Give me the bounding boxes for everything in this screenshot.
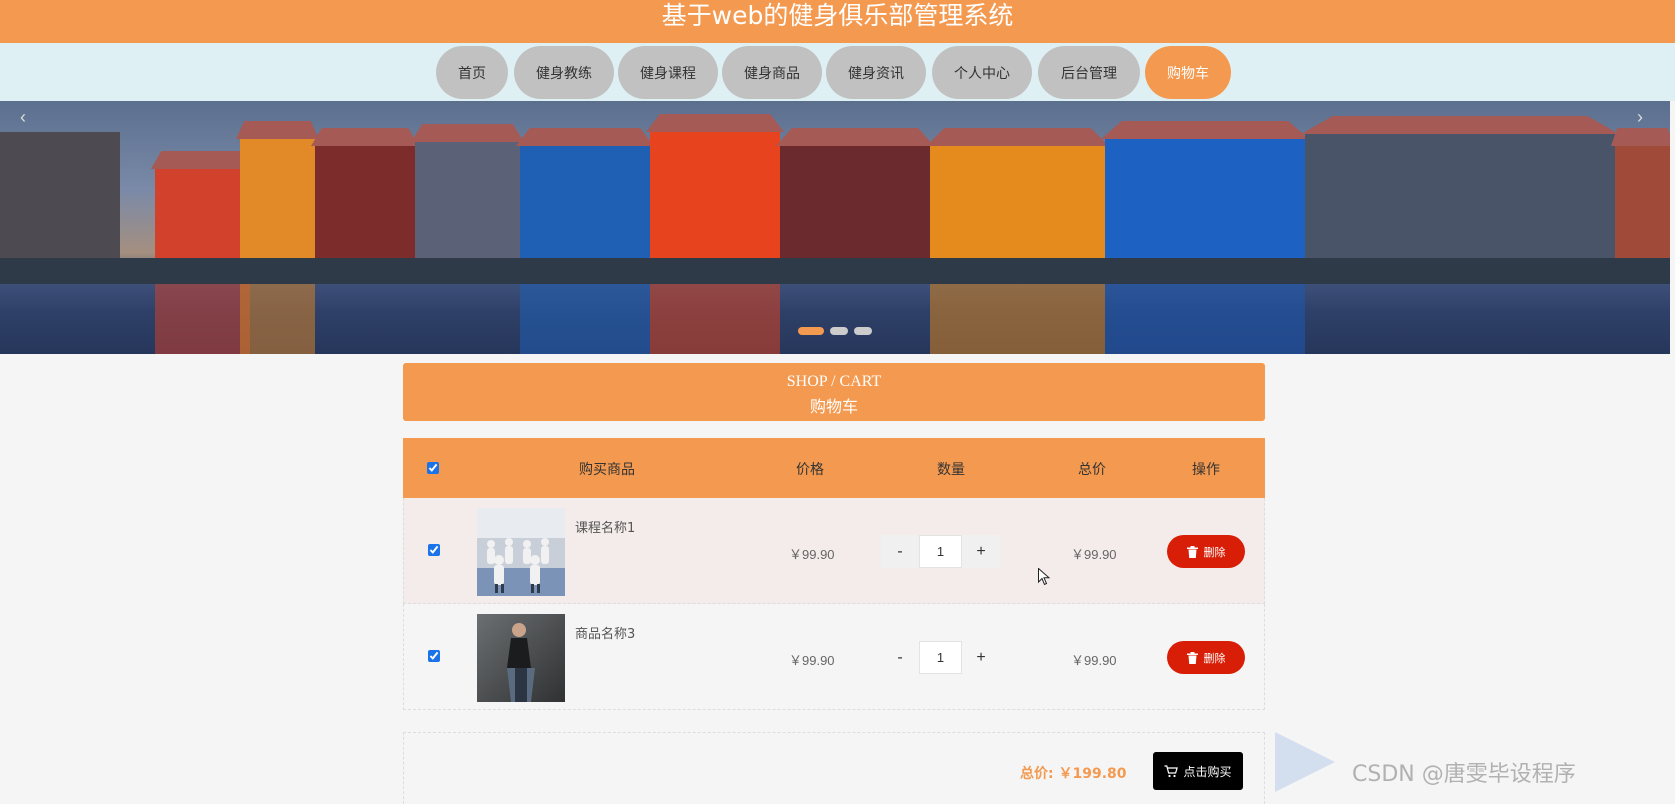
row-checkbox[interactable]: [428, 544, 440, 556]
quantity-input[interactable]: [919, 641, 962, 674]
select-all-checkbox[interactable]: [427, 462, 439, 474]
banner-water: [0, 284, 1670, 354]
banner-house: [776, 128, 934, 262]
nav-item-news[interactable]: 健身资讯: [826, 46, 926, 99]
nav-item-products[interactable]: 健身商品: [722, 46, 822, 99]
delete-label: 删除: [1203, 651, 1226, 665]
chevron-left-icon[interactable]: ‹: [20, 107, 26, 128]
header-action: 操作: [1192, 462, 1220, 478]
carousel-dot[interactable]: [798, 327, 824, 335]
cart-table-header: 购买商品 价格 数量 总价 操作: [403, 438, 1265, 498]
watermark-logo-icon: [1275, 732, 1335, 792]
cart-total: 总价: ￥199.80: [1020, 766, 1127, 782]
cart-section-header: SHOP / CART 购物车: [403, 363, 1265, 421]
product-price: ￥99.90: [789, 547, 835, 562]
delete-button[interactable]: 删除: [1167, 641, 1245, 674]
nav-item-admin[interactable]: 后台管理: [1038, 46, 1140, 99]
table-row: 课程名称1 ￥99.90 - + ￥99.90 删除: [403, 498, 1265, 604]
buy-button[interactable]: 点击购买: [1153, 752, 1243, 790]
section-title-cn: 购物车: [809, 397, 858, 416]
mouse-cursor-icon: [1038, 568, 1050, 586]
header-price: 价格: [796, 462, 824, 478]
product-price: ￥99.90: [789, 653, 835, 668]
header-total: 总价: [1078, 462, 1106, 478]
delete-button[interactable]: 删除: [1167, 535, 1245, 568]
banner-house: [0, 132, 120, 262]
carousel-dots: [798, 327, 872, 335]
product-name[interactable]: 商品名称3: [575, 623, 635, 642]
banner-house: [1611, 128, 1670, 262]
section-title-en: SHOP / CART: [786, 373, 882, 390]
banner-house: [516, 128, 654, 262]
cart-icon: [1164, 764, 1179, 777]
nav-item-profile[interactable]: 个人中心: [932, 46, 1032, 99]
banner-house: [311, 128, 419, 262]
quantity-input[interactable]: [919, 535, 962, 568]
top-header: 基于web的健身俱乐部管理系统: [0, 0, 1675, 43]
row-checkbox[interactable]: [428, 650, 440, 662]
banner-house: [236, 121, 319, 262]
row-subtotal: ￥99.90: [1071, 547, 1117, 562]
decrease-button[interactable]: -: [881, 535, 919, 568]
decrease-button[interactable]: -: [881, 641, 919, 674]
product-thumbnail[interactable]: [477, 508, 565, 596]
carousel-dot[interactable]: [830, 327, 848, 335]
nav-item-cart[interactable]: 购物车: [1145, 46, 1231, 99]
banner-house: [1301, 116, 1619, 262]
product-thumbnail[interactable]: [477, 614, 565, 702]
increase-button[interactable]: +: [962, 535, 1000, 568]
table-row: 商品名称3 ￥99.90 - + ￥99.90 删除: [403, 604, 1265, 710]
cart-table: 购买商品 价格 数量 总价 操作 课程名称1 ￥99.90 - 1 + ￥99.…: [403, 438, 1265, 710]
header-quantity: 数量: [937, 462, 965, 478]
banner-house: [411, 124, 524, 262]
buy-label: 点击购买: [1183, 764, 1232, 779]
quantity-stepper: - +: [881, 535, 1000, 568]
chevron-right-icon[interactable]: ›: [1637, 107, 1643, 128]
banner-house: [151, 151, 254, 262]
nav-item-coaches[interactable]: 健身教练: [514, 46, 614, 99]
nav-bar: 首页 健身教练 健身课程 健身商品 健身资讯 个人中心 后台管理 购物车: [0, 43, 1675, 101]
app-title: 基于web的健身俱乐部管理系统: [661, 1, 1014, 30]
increase-button[interactable]: +: [962, 641, 1000, 674]
watermark-text: CSDN @唐雯毕设程序: [1352, 762, 1576, 787]
carousel-dot[interactable]: [854, 327, 872, 335]
nav-item-home[interactable]: 首页: [436, 46, 508, 99]
checkout-bar: 总价: ￥199.80 点击购买: [403, 732, 1265, 804]
product-name[interactable]: 课程名称1: [575, 517, 635, 536]
trash-icon: [1186, 651, 1198, 664]
nav-item-courses[interactable]: 健身课程: [618, 46, 718, 99]
row-subtotal: ￥99.90: [1071, 653, 1117, 668]
header-product: 购买商品: [579, 462, 635, 478]
banner-house: [1101, 121, 1309, 262]
banner-house: [926, 128, 1109, 262]
quantity-stepper: - +: [881, 641, 1000, 674]
banner-dock: [0, 258, 1670, 284]
banner-house: [646, 114, 784, 262]
delete-label: 删除: [1203, 545, 1226, 559]
hero-carousel[interactable]: ‹ ›: [0, 101, 1670, 354]
trash-icon: [1186, 545, 1198, 558]
